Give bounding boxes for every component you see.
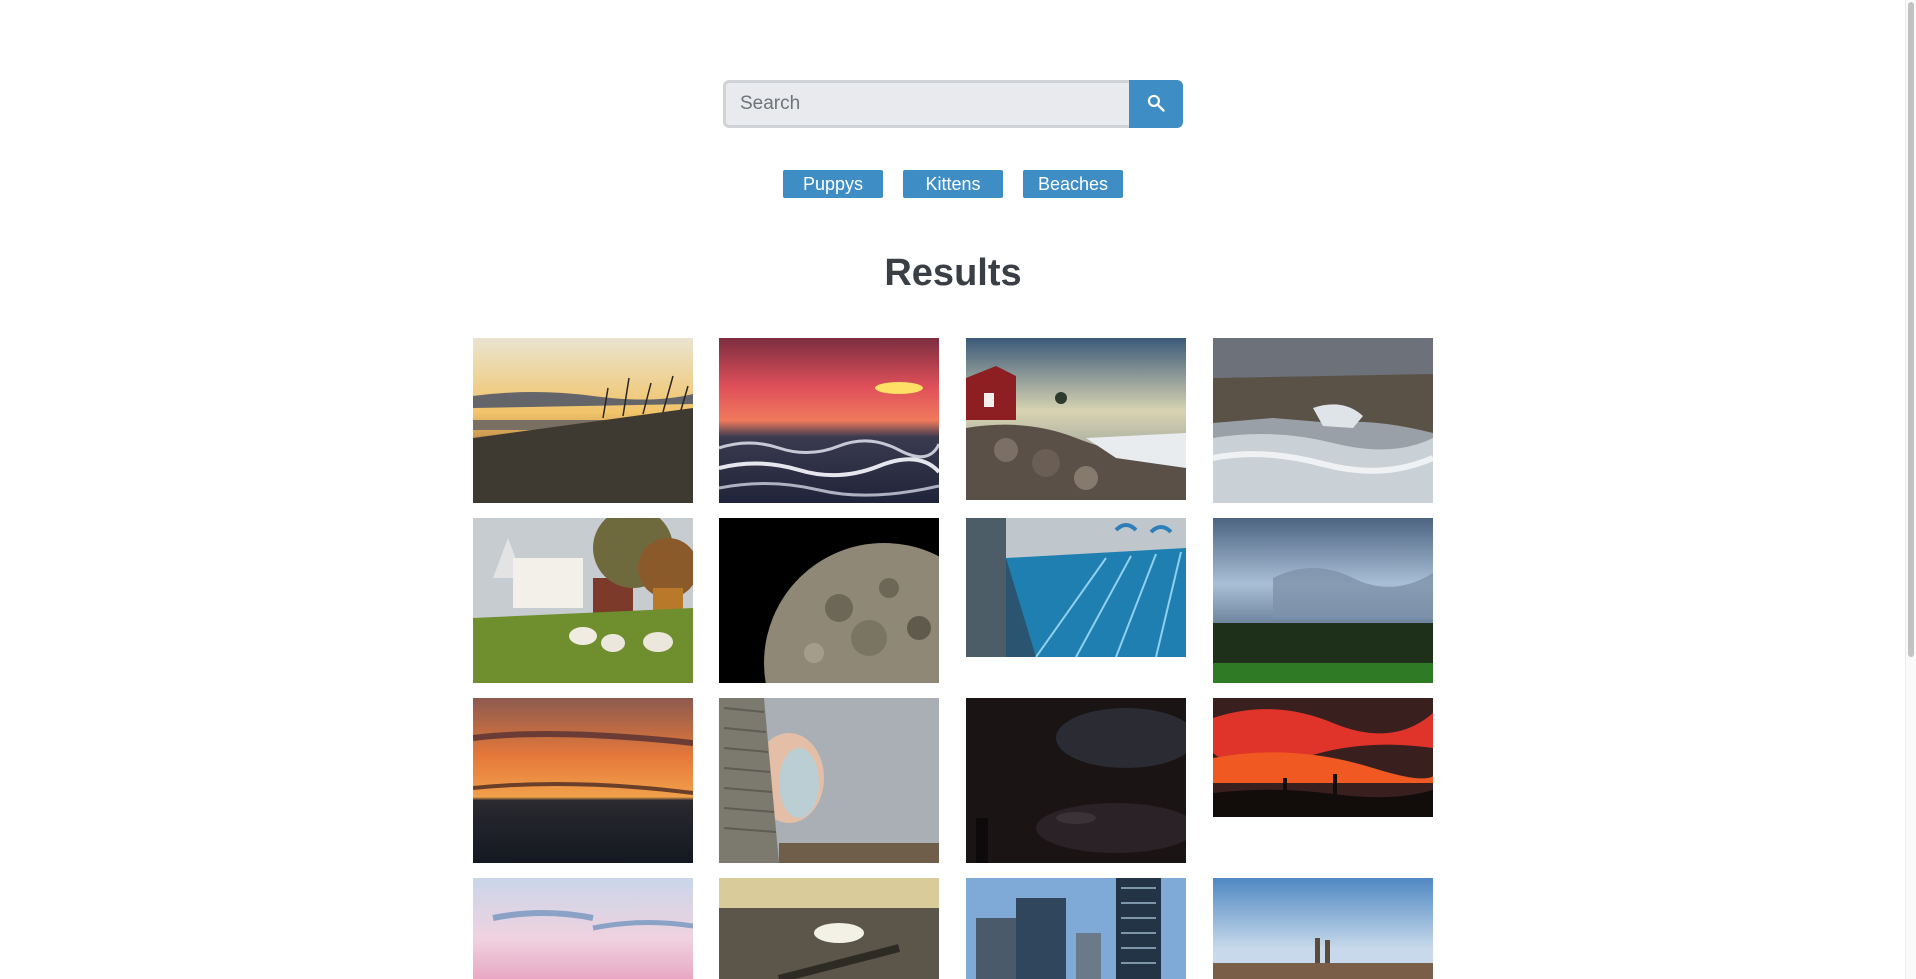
search-icon	[1146, 93, 1166, 116]
result-image-red-sky-waves[interactable]	[719, 338, 939, 503]
result-image-sheep-grazing[interactable]	[473, 518, 693, 683]
result-image-beach-sunset-dunes[interactable]	[473, 338, 693, 503]
result-image-orange-sunset-sea[interactable]	[473, 698, 693, 863]
vertical-scrollbar[interactable]	[1905, 0, 1916, 979]
result-image-dark-night-sky[interactable]	[966, 698, 1186, 863]
result-image-red-sunset-cactus[interactable]	[1213, 698, 1433, 817]
result-image-city-skyline[interactable]	[1213, 878, 1433, 979]
result-image-rainbow-building[interactable]	[719, 698, 939, 863]
search-input[interactable]	[723, 80, 1129, 128]
result-image-indoor-pool[interactable]	[966, 518, 1186, 657]
result-image-storm-clouds-field[interactable]	[1213, 518, 1433, 683]
result-image-red-barn-shore[interactable]	[966, 338, 1186, 500]
quick-filter-buttons: Puppys Kittens Beaches	[783, 170, 1123, 198]
search-bar	[723, 80, 1183, 128]
scrollbar-thumb[interactable]	[1908, 2, 1914, 657]
page: Puppys Kittens Beaches Results	[0, 0, 1916, 979]
result-image-city-towers[interactable]	[966, 878, 1186, 979]
filter-button-beaches[interactable]: Beaches	[1023, 170, 1123, 198]
results-heading: Results	[884, 252, 1022, 294]
result-image-moon[interactable]	[719, 518, 939, 683]
filter-button-kittens[interactable]: Kittens	[903, 170, 1003, 198]
filter-button-puppys[interactable]: Puppys	[783, 170, 883, 198]
search-button[interactable]	[1129, 80, 1183, 128]
result-image-pink-clouds[interactable]	[473, 878, 693, 979]
result-image-beach-reflection[interactable]	[719, 878, 939, 979]
result-image-rocky-coast-surf[interactable]	[1213, 338, 1433, 503]
